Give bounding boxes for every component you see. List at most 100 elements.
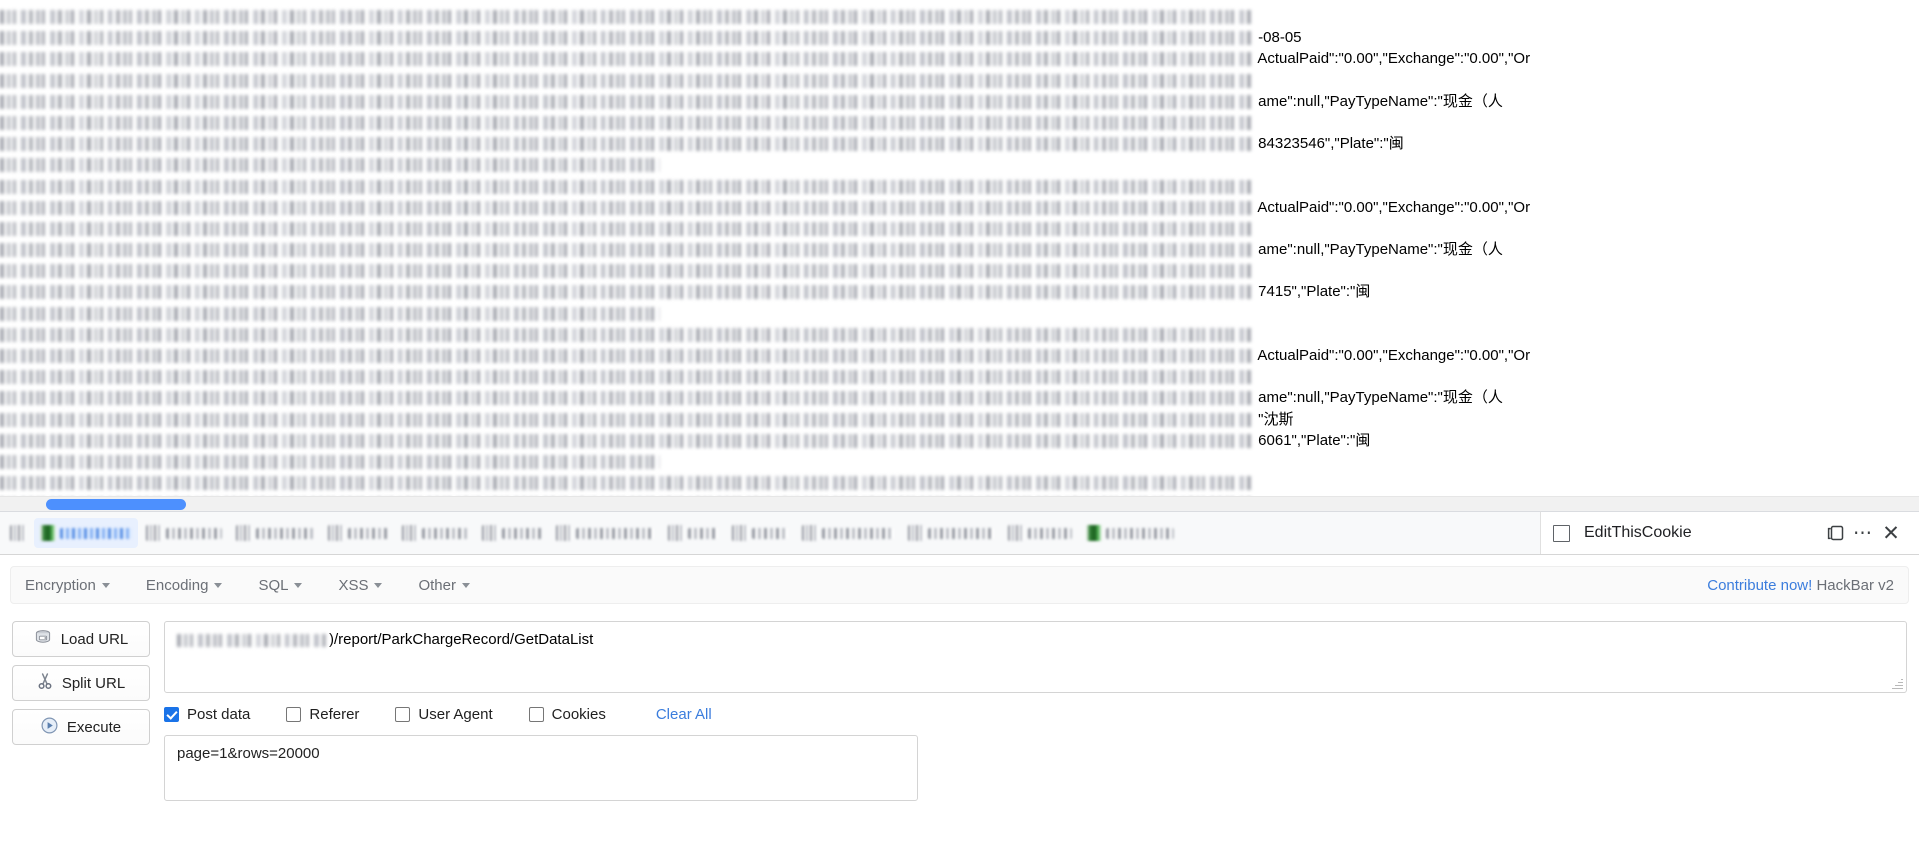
redacted-text	[0, 264, 1254, 279]
json-response-line: ame":null,"PayTypeName":"现金（人	[0, 387, 1919, 408]
bookmarks-bar[interactable]	[0, 511, 1540, 554]
json-visible-text: 7415","Plate":"闽	[1254, 283, 1371, 301]
execute-button[interactable]: Execute	[12, 709, 150, 745]
bookmark-item[interactable]	[1080, 518, 1180, 548]
hackbar-version-label: HackBar v2	[1812, 576, 1894, 594]
close-icon[interactable]: ✕	[1877, 519, 1905, 547]
bookmark-favicon-icon	[802, 525, 818, 541]
bookmark-item[interactable]	[902, 518, 1000, 548]
cookies-label: Cookies	[551, 706, 606, 723]
bookmark-item[interactable]	[550, 518, 660, 548]
bookmark-item[interactable]	[726, 518, 794, 548]
more-options-icon[interactable]: ⋯	[1849, 519, 1877, 547]
load-url-button[interactable]: Load URL	[12, 621, 150, 657]
bookmark-item[interactable]	[34, 518, 138, 548]
dock-window-icon[interactable]	[1821, 519, 1849, 547]
redacted-text	[0, 454, 660, 469]
editthiscookie-checkbox[interactable]	[1553, 524, 1570, 542]
redacted-text	[0, 158, 660, 173]
bookmark-label	[576, 527, 654, 539]
load-url-label: Load URL	[60, 630, 129, 648]
chevron-down-icon	[101, 582, 110, 588]
hackbar-menu-encoding[interactable]: Encoding	[146, 577, 223, 594]
url-resize-grip[interactable]	[1892, 678, 1903, 689]
url-value: )/report/ParkChargeRecord/GetDataList	[329, 631, 594, 648]
json-visible-text: ame":null,"PayTypeName":"现金（人	[1254, 92, 1503, 110]
redacted-text	[0, 476, 1254, 491]
redacted-text	[0, 200, 1254, 215]
user-agent-checkbox[interactable]	[395, 707, 411, 722]
bookmark-label	[256, 527, 314, 539]
bookmark-favicon-icon	[732, 525, 748, 541]
bookmark-item[interactable]	[476, 518, 548, 548]
json-response-line	[0, 176, 1919, 197]
editthiscookie-title: EditThisCookie	[1584, 524, 1692, 541]
bookmark-label	[1028, 527, 1072, 539]
bookmark-item[interactable]	[662, 518, 724, 548]
json-response-line	[0, 260, 1919, 281]
json-response-line	[0, 70, 1919, 91]
referer-checkbox[interactable]	[286, 707, 302, 722]
contribute-link[interactable]: Contribute now!	[1707, 577, 1812, 594]
bookmark-favicon-icon	[908, 525, 924, 541]
hackbar-action-buttons: Load URL Split URL Execute	[12, 617, 150, 801]
json-response-line	[0, 451, 1919, 472]
hackbar-menu-xss[interactable]: XSS	[338, 577, 383, 594]
post-data-label: Post data	[187, 706, 251, 723]
hackbar-fields: )/report/ParkChargeRecord/GetDataList Po…	[164, 617, 1907, 801]
post-data-input[interactable]: page=1&rows=20000	[164, 735, 918, 801]
bookmark-favicon-icon	[10, 525, 26, 541]
json-response-line: ame":null,"PayTypeName":"现金（人	[0, 239, 1919, 260]
bookmark-favicon-icon	[402, 525, 418, 541]
bookmark-item[interactable]	[796, 518, 900, 548]
cookies-checkbox[interactable]	[528, 707, 544, 722]
bookmark-item[interactable]	[396, 518, 474, 548]
bookmark-label	[348, 527, 388, 539]
hackbar-body: Load URL Split URL Execute)/report/Park…	[0, 617, 1919, 801]
user-agent-label: User Agent	[418, 706, 493, 723]
option-user-agent[interactable]: User Agent	[395, 706, 493, 723]
json-visible-text: 6061","Plate":"闽	[1254, 431, 1371, 449]
bookmark-item[interactable]	[140, 518, 228, 548]
json-response-line: ActualPaid":"0.00","Exchange":"0.00","Or	[0, 48, 1919, 69]
option-cookies[interactable]: Cookies	[528, 706, 606, 723]
bookmark-label	[928, 527, 994, 539]
hackbar-menu-encryption[interactable]: Encryption	[25, 577, 110, 594]
hackbar-menu-label: Other	[418, 576, 456, 594]
split-url-button[interactable]: Split URL	[12, 665, 150, 701]
bookmark-item[interactable]	[4, 518, 32, 548]
chevron-down-icon	[461, 582, 470, 588]
bookmark-item[interactable]	[1002, 518, 1078, 548]
hackbar-menu-sql[interactable]: SQL	[258, 577, 303, 594]
bookmark-favicon-icon	[146, 525, 162, 541]
hackbar-brand: Contribute now! HackBar v2	[1707, 577, 1894, 594]
redacted-text	[0, 137, 1254, 152]
redacted-text	[0, 243, 1254, 258]
post-data-checkbox[interactable]	[164, 707, 179, 722]
json-response-line	[0, 303, 1919, 324]
redacted-text	[0, 433, 1254, 448]
option-post-data[interactable]: Post data	[164, 706, 250, 723]
option-referer[interactable]: Referer	[286, 706, 359, 723]
redacted-text	[0, 327, 1254, 342]
bookmark-label	[502, 527, 542, 539]
hackbar-options-row: Post data Referer User Agent Cookies Cle…	[164, 706, 1907, 723]
url-input[interactable]: )/report/ParkChargeRecord/GetDataList	[164, 621, 1907, 693]
redacted-text	[0, 349, 1254, 364]
bookmark-item[interactable]	[230, 518, 320, 548]
bookmark-favicon-icon	[556, 525, 572, 541]
bookmark-item[interactable]	[322, 518, 394, 548]
hackbar-menu-other[interactable]: Other	[418, 577, 470, 594]
clear-all-link[interactable]: Clear All	[656, 706, 712, 723]
json-visible-text: -08-05	[1254, 29, 1302, 47]
json-visible-text: "沈斯	[1254, 410, 1294, 428]
horizontal-scrollbar-thumb[interactable]	[46, 499, 186, 510]
redacted-text	[0, 370, 1254, 385]
redacted-text	[0, 221, 1254, 236]
redacted-text	[0, 285, 1254, 300]
horizontal-scrollbar[interactable]	[0, 496, 1919, 511]
json-response-line: -08-05	[0, 27, 1919, 48]
hackbar-menu-label: Encoding	[145, 576, 209, 594]
json-response-line	[0, 112, 1919, 133]
json-response-line: 6061","Plate":"闽	[0, 430, 1919, 451]
